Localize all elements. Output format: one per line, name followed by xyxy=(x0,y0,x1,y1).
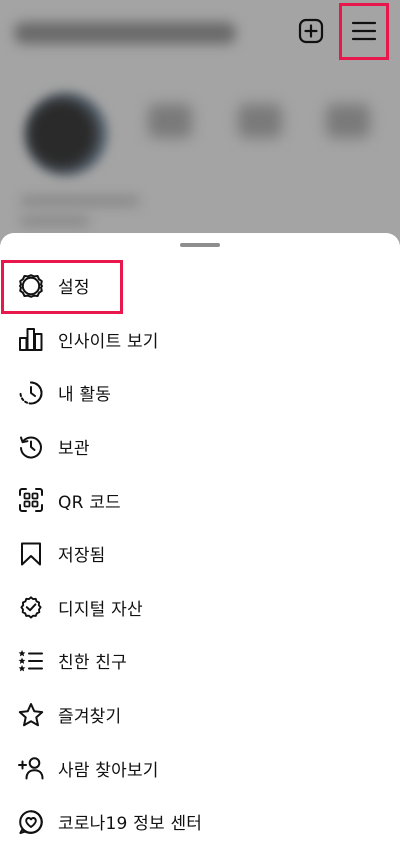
screen: 설정 인사이트 보기 내 활동 보관 QR 코드 저장됨 디지털 자산 친한 친… xyxy=(0,0,400,845)
plus-square-icon[interactable] xyxy=(296,16,326,46)
qr-code-icon xyxy=(16,485,46,515)
add-person-icon xyxy=(16,753,46,783)
archive-history-icon xyxy=(16,432,46,462)
menu-item-label: 디지털 자산 xyxy=(58,599,143,620)
menu-item-archive[interactable]: 보관 xyxy=(0,420,400,474)
menu-item-favorites[interactable]: 즐겨찾기 xyxy=(0,688,400,742)
menu-item-label: 코로나19 정보 센터 xyxy=(58,814,203,835)
blurred-avatar xyxy=(24,92,108,176)
menu-item-saved[interactable]: 저장됨 xyxy=(0,527,400,581)
blurred-stat xyxy=(326,104,370,138)
menu-item-insights[interactable]: 인사이트 보기 xyxy=(0,313,400,367)
menu-item-label: 인사이트 보기 xyxy=(58,331,159,352)
settings-highlight xyxy=(1,260,123,314)
menu-item-label: QR 코드 xyxy=(58,492,121,513)
blurred-username xyxy=(14,22,236,44)
menu-item-covid-info-center[interactable]: 코로나19 정보 센터 xyxy=(0,795,400,845)
blurred-stat xyxy=(148,104,192,138)
menu-item-your-activity[interactable]: 내 활동 xyxy=(0,366,400,420)
menu-item-discover-people[interactable]: 사람 찾아보기 xyxy=(0,741,400,795)
bookmark-icon xyxy=(16,539,46,569)
menu-item-label: 저장됨 xyxy=(58,546,106,567)
blurred-stat xyxy=(238,104,282,138)
sheet-drag-handle[interactable] xyxy=(180,243,220,247)
menu-item-label: 내 활동 xyxy=(58,385,112,406)
bottom-sheet-menu: 설정 인사이트 보기 내 활동 보관 QR 코드 저장됨 디지털 자산 친한 친… xyxy=(0,233,400,845)
digital-collectibles-shield-icon xyxy=(16,592,46,622)
star-icon xyxy=(16,700,46,730)
menu-item-close-friends[interactable]: 친한 친구 xyxy=(0,634,400,688)
menu-item-label: 보관 xyxy=(58,439,90,460)
covid-info-heart-icon xyxy=(16,807,46,837)
close-friends-list-icon xyxy=(16,646,46,676)
activity-clock-icon xyxy=(16,378,46,408)
menu-button-highlight xyxy=(339,3,389,60)
menu-item-label: 즐겨찾기 xyxy=(58,707,122,728)
menu-item-qr-code[interactable]: QR 코드 xyxy=(0,473,400,527)
menu-item-label: 사람 찾아보기 xyxy=(58,760,159,781)
blurred-bio-line xyxy=(20,216,90,226)
menu-item-digital-collectibles[interactable]: 디지털 자산 xyxy=(0,581,400,635)
menu-list: 설정 인사이트 보기 내 활동 보관 QR 코드 저장됨 디지털 자산 친한 친… xyxy=(0,259,400,845)
bar-chart-icon xyxy=(16,324,46,354)
blurred-bio-line xyxy=(20,196,140,206)
menu-item-label: 친한 친구 xyxy=(58,653,127,674)
